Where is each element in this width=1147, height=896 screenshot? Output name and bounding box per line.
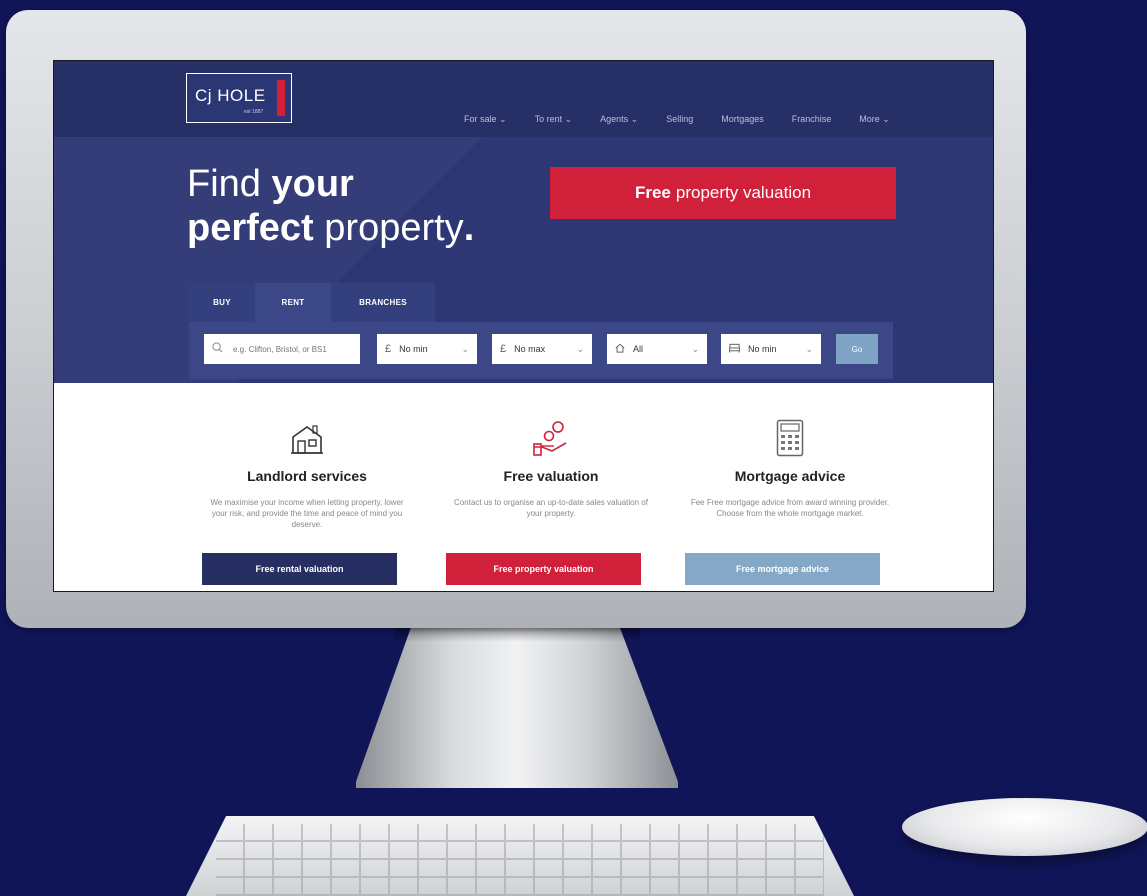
hand-coins-icon — [532, 421, 570, 462]
headline-part2: property — [313, 207, 464, 249]
free-rental-valuation-button[interactable]: Free rental valuation — [202, 553, 397, 585]
nav-more[interactable]: More ⌄ — [859, 114, 890, 125]
logo-red-bar — [277, 80, 285, 116]
property-type-value: All — [633, 344, 644, 354]
service-description: We maximise your income when letting pro… — [210, 498, 404, 529]
services-section: Landlord services We maximise your incom… — [54, 383, 993, 591]
navbar: Cj HOLE est 1887 For sale ⌄ To rent ⌄ Ag… — [54, 61, 993, 137]
nav-franchise[interactable]: Franchise — [792, 114, 832, 125]
headline-part1: Find — [187, 163, 272, 205]
site-logo[interactable]: Cj HOLE est 1887 — [186, 73, 292, 123]
free-property-valuation-button[interactable]: Free property valuation — [446, 553, 641, 585]
location-search-field[interactable] — [204, 334, 360, 364]
headline-bold2: perfect — [187, 207, 314, 249]
search-icon — [212, 342, 223, 356]
search-tabs: BUY RENT BRANCHES — [189, 283, 435, 322]
service-title: Free valuation — [503, 468, 599, 484]
monitor-stand — [356, 628, 678, 788]
free-property-valuation-cta[interactable]: Free property valuation — [550, 167, 896, 219]
cta-bold: Free — [634, 183, 671, 202]
service-title: Mortgage advice — [734, 468, 846, 484]
chevron-down-icon: ⌄ — [461, 343, 469, 354]
bed-icon — [728, 343, 741, 356]
home-icon — [615, 343, 625, 356]
max-price-select[interactable]: £ No max ⌄ — [492, 334, 592, 364]
logo-text: Cj HOLE — [195, 86, 266, 105]
chevron-down-icon: ⌄ — [691, 343, 699, 354]
tab-rent[interactable]: RENT — [255, 283, 331, 322]
free-mortgage-advice-button[interactable]: Free mortgage advice — [685, 553, 880, 585]
service-title: Landlord services — [247, 468, 367, 484]
calculator-icon — [776, 419, 804, 462]
cta-rest: property valuation — [675, 183, 812, 202]
min-price-value: No min — [399, 344, 428, 354]
search-panel: £ No min ⌄ £ No max ⌄ All ⌄ — [189, 322, 893, 379]
chevron-down-icon: ⌄ — [576, 343, 584, 354]
house-icon — [290, 423, 324, 460]
bedrooms-select[interactable]: No min ⌄ — [721, 334, 821, 364]
go-button[interactable]: Go — [836, 334, 878, 364]
nav-agents[interactable]: Agents ⌄ — [600, 114, 638, 125]
min-price-select[interactable]: £ No min ⌄ — [377, 334, 477, 364]
chevron-down-icon: ⌄ — [805, 343, 813, 354]
nav-for-sale[interactable]: For sale ⌄ — [464, 114, 507, 125]
property-type-select[interactable]: All ⌄ — [607, 334, 707, 364]
service-description: Fee Free mortgage advice from award winn… — [690, 498, 890, 518]
hero-headline: Find your perfect property. — [187, 162, 474, 250]
nav-mortgages[interactable]: Mortgages — [721, 114, 764, 125]
mouse — [902, 798, 1147, 856]
service-description: Contact us to organise an up-to-date sal… — [454, 498, 648, 518]
nav-selling[interactable]: Selling — [666, 114, 693, 125]
headline-bold1: your — [271, 163, 354, 205]
nav-to-rent[interactable]: To rent ⌄ — [535, 114, 573, 125]
bedrooms-value: No min — [748, 344, 777, 354]
nav-menu: For sale ⌄ To rent ⌄ Agents ⌄ Selling Mo… — [464, 114, 918, 125]
tab-buy[interactable]: BUY — [189, 283, 255, 322]
search-input[interactable] — [231, 343, 345, 355]
monitor-screen: Cj HOLE est 1887 For sale ⌄ To rent ⌄ Ag… — [53, 60, 994, 592]
monitor-frame: Cj HOLE est 1887 For sale ⌄ To rent ⌄ Ag… — [6, 10, 1026, 628]
keyboard — [186, 816, 854, 896]
logo-subtext: est 1887 — [244, 109, 264, 115]
max-price-value: No max — [514, 344, 546, 354]
tab-branches[interactable]: BRANCHES — [331, 283, 435, 322]
headline-dot: . — [463, 207, 475, 249]
hero-section: Cj HOLE est 1887 For sale ⌄ To rent ⌄ Ag… — [54, 61, 993, 383]
pound-icon: £ — [500, 343, 507, 355]
stand-shadow — [395, 628, 640, 642]
keyboard-keys — [216, 824, 824, 896]
pound-icon: £ — [385, 343, 392, 355]
